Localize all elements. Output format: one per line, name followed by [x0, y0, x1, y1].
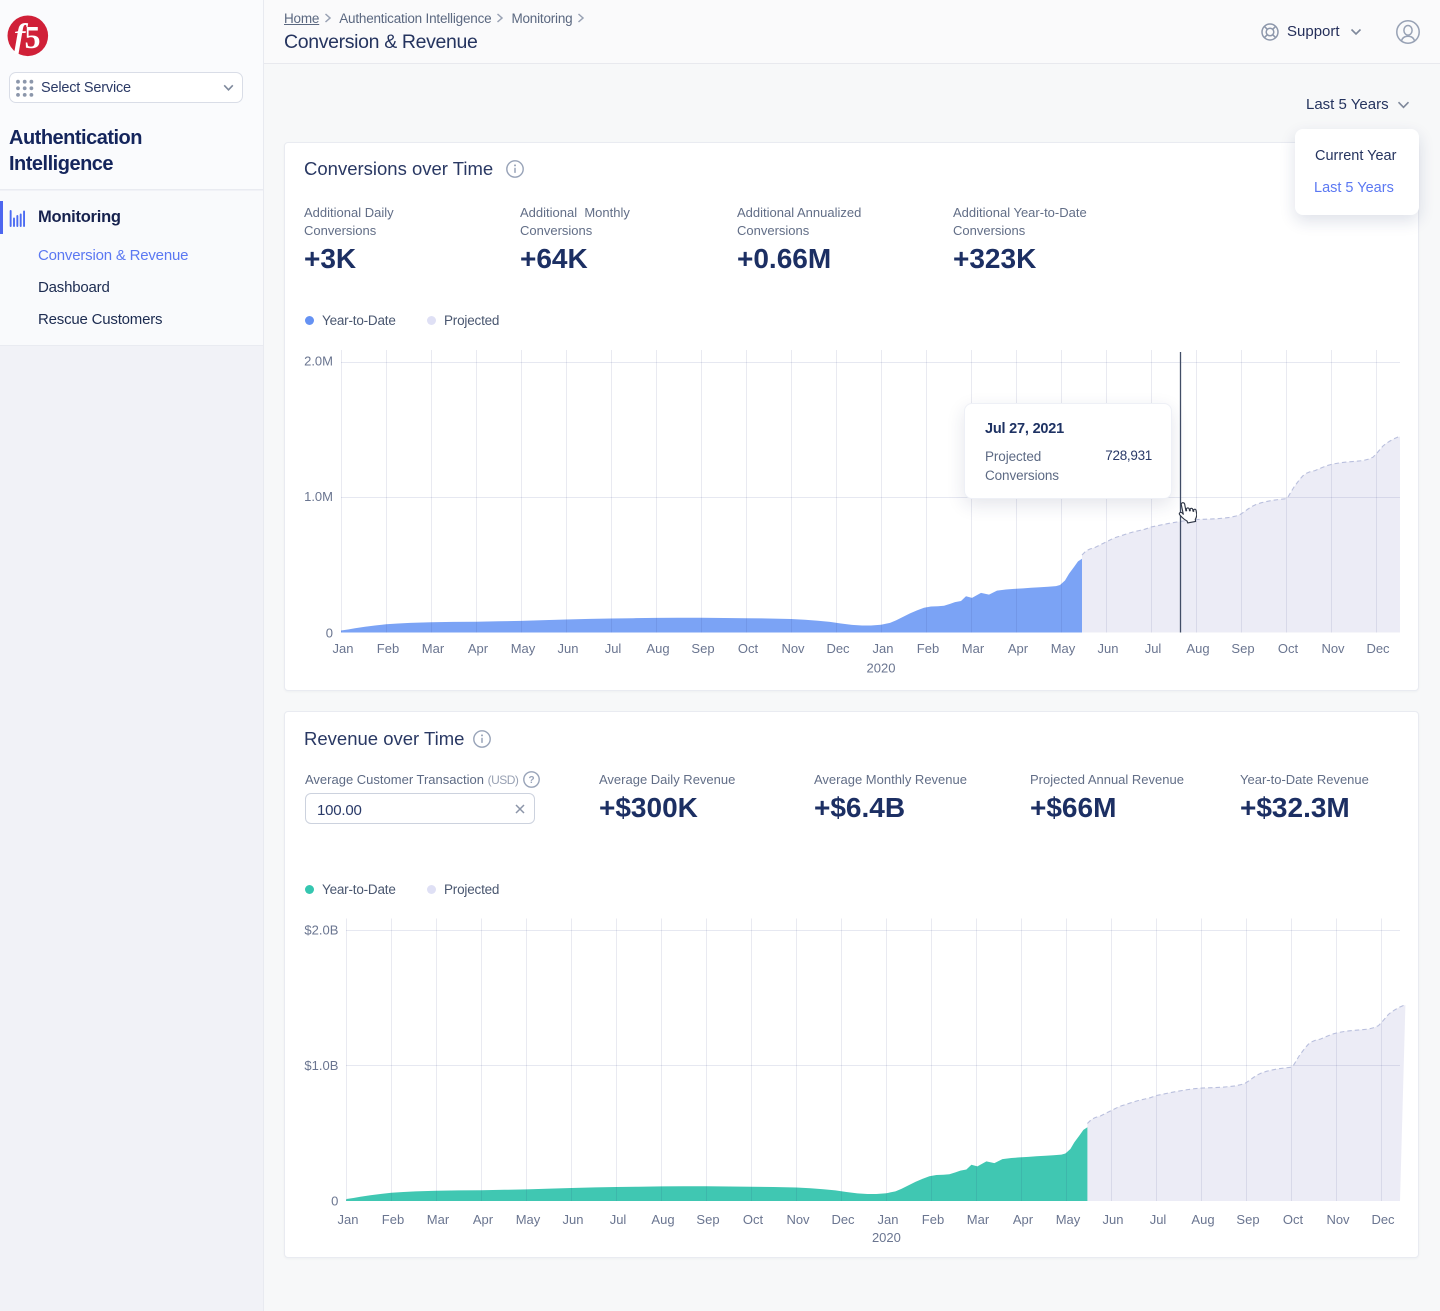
svg-text:2020: 2020 — [867, 661, 896, 676]
svg-text:Aug: Aug — [1186, 641, 1209, 656]
svg-text:Oct: Oct — [743, 1212, 764, 1227]
svg-text:Oct: Oct — [1283, 1212, 1304, 1227]
svg-text:Aug: Aug — [646, 641, 669, 656]
svg-text:Mar: Mar — [962, 641, 985, 656]
svg-text:Feb: Feb — [917, 641, 939, 656]
svg-text:Dec: Dec — [1371, 1212, 1395, 1227]
svg-text:0: 0 — [331, 1193, 338, 1208]
svg-text:Feb: Feb — [377, 641, 399, 656]
svg-text:May: May — [511, 641, 536, 656]
svg-text:Jun: Jun — [1103, 1212, 1124, 1227]
svg-text:Dec: Dec — [831, 1212, 855, 1227]
svg-text:Mar: Mar — [427, 1212, 450, 1227]
svg-text:Oct: Oct — [738, 641, 759, 656]
svg-text:Jul: Jul — [610, 1212, 627, 1227]
svg-text:Oct: Oct — [1278, 641, 1299, 656]
svg-text:Apr: Apr — [468, 641, 489, 656]
svg-text:Feb: Feb — [382, 1212, 404, 1227]
svg-text:Nov: Nov — [1321, 641, 1345, 656]
svg-text:Apr: Apr — [1013, 1212, 1034, 1227]
svg-text:Jul: Jul — [1150, 1212, 1167, 1227]
svg-text:Dec: Dec — [1366, 641, 1390, 656]
svg-text:?: ? — [528, 775, 534, 786]
svg-text:Jan: Jan — [878, 1212, 899, 1227]
svg-text:5: 5 — [25, 19, 41, 55]
svg-text:Dec: Dec — [826, 641, 850, 656]
svg-text:Apr: Apr — [1008, 641, 1029, 656]
svg-text:May: May — [1056, 1212, 1081, 1227]
svg-text:2020: 2020 — [872, 1230, 901, 1245]
svg-text:Aug: Aug — [1191, 1212, 1214, 1227]
svg-text:Mar: Mar — [422, 641, 445, 656]
svg-text:$2.0B: $2.0B — [304, 922, 338, 937]
svg-text:Sep: Sep — [696, 1212, 719, 1227]
svg-text:Nov: Nov — [781, 641, 805, 656]
svg-text:$1.0B: $1.0B — [304, 1058, 338, 1073]
svg-text:1.0M: 1.0M — [304, 489, 333, 504]
svg-text:Apr: Apr — [473, 1212, 494, 1227]
svg-text:May: May — [1051, 641, 1076, 656]
svg-text:Jan: Jan — [873, 641, 894, 656]
svg-text:Jun: Jun — [558, 641, 579, 656]
svg-text:Sep: Sep — [1236, 1212, 1259, 1227]
svg-text:Jan: Jan — [333, 641, 354, 656]
svg-text:May: May — [516, 1212, 541, 1227]
svg-text:Aug: Aug — [651, 1212, 674, 1227]
svg-text:Jan: Jan — [338, 1212, 359, 1227]
svg-text:Nov: Nov — [786, 1212, 810, 1227]
svg-text:Jul: Jul — [1145, 641, 1162, 656]
svg-text:Feb: Feb — [922, 1212, 944, 1227]
svg-text:Jul: Jul — [605, 641, 622, 656]
svg-text:Jun: Jun — [563, 1212, 584, 1227]
svg-text:Sep: Sep — [1231, 641, 1254, 656]
svg-text:0: 0 — [326, 626, 333, 641]
svg-text:2.0M: 2.0M — [304, 354, 333, 369]
svg-text:Nov: Nov — [1326, 1212, 1350, 1227]
svg-text:Mar: Mar — [967, 1212, 990, 1227]
svg-text:Sep: Sep — [691, 641, 714, 656]
svg-text:Jun: Jun — [1098, 641, 1119, 656]
